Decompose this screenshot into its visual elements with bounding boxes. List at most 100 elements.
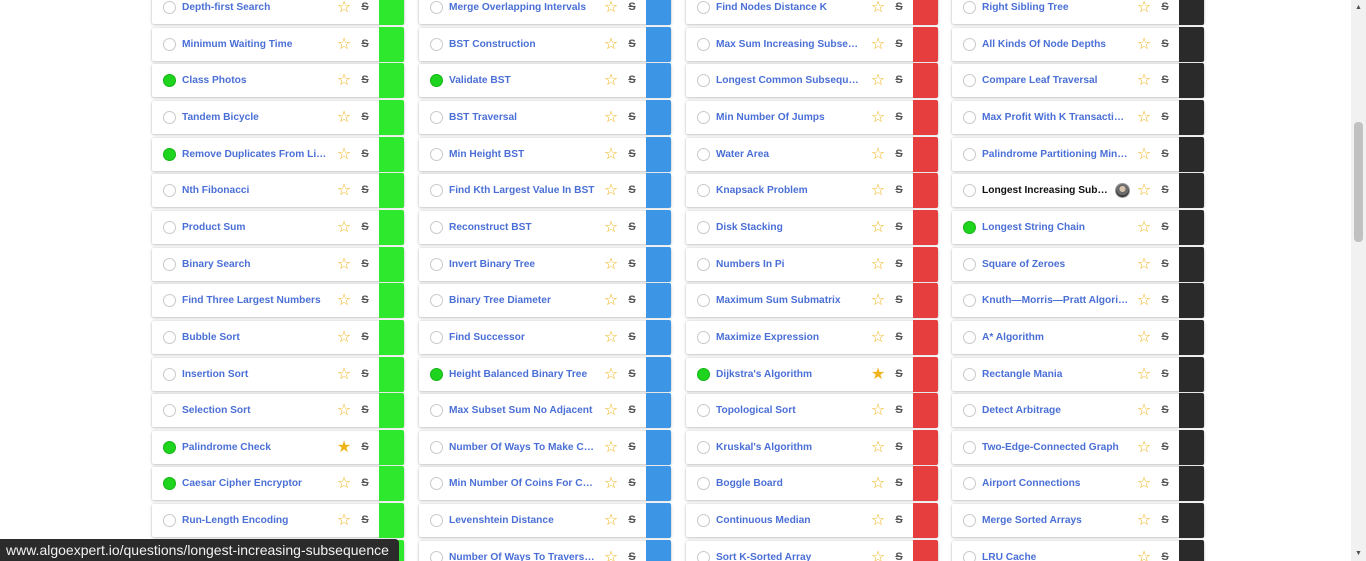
strikethrough-icon[interactable]: S xyxy=(358,181,372,199)
star-outline-icon[interactable]: ☆ xyxy=(335,474,353,492)
star-outline-icon[interactable]: ☆ xyxy=(602,328,620,346)
star-filled-icon[interactable]: ★ xyxy=(335,438,353,456)
incomplete-status-icon[interactable] xyxy=(163,514,176,527)
incomplete-status-icon[interactable] xyxy=(963,258,976,271)
incomplete-status-icon[interactable] xyxy=(963,38,976,51)
question-link[interactable]: Two-Edge-Connected Graph xyxy=(982,431,1130,464)
strikethrough-icon[interactable]: S xyxy=(892,291,906,309)
star-outline-icon[interactable]: ☆ xyxy=(1135,511,1153,529)
strikethrough-icon[interactable]: S xyxy=(358,145,372,163)
strikethrough-icon[interactable]: S xyxy=(892,0,906,16)
strikethrough-icon[interactable]: S xyxy=(892,218,906,236)
incomplete-status-icon[interactable] xyxy=(697,258,710,271)
incomplete-status-icon[interactable] xyxy=(963,477,976,490)
question-link[interactable]: Invert Binary Tree xyxy=(449,248,597,281)
incomplete-status-icon[interactable] xyxy=(697,477,710,490)
strikethrough-icon[interactable]: S xyxy=(358,474,372,492)
question-link[interactable]: Binary Tree Diameter xyxy=(449,284,597,317)
incomplete-status-icon[interactable] xyxy=(963,74,976,87)
strikethrough-icon[interactable]: S xyxy=(892,401,906,419)
star-outline-icon[interactable]: ☆ xyxy=(602,255,620,273)
question-link[interactable]: Longest String Chain xyxy=(982,211,1130,244)
strikethrough-icon[interactable]: S xyxy=(358,35,372,53)
strikethrough-icon[interactable]: S xyxy=(1158,255,1172,273)
completed-status-icon[interactable] xyxy=(163,441,176,454)
strikethrough-icon[interactable]: S xyxy=(625,438,639,456)
question-link[interactable]: Max Subset Sum No Adjacent xyxy=(449,394,597,427)
strikethrough-icon[interactable]: S xyxy=(1158,218,1172,236)
strikethrough-icon[interactable]: S xyxy=(625,365,639,383)
question-link[interactable]: Longest Increasing Subsequence xyxy=(982,174,1108,207)
star-outline-icon[interactable]: ☆ xyxy=(335,328,353,346)
question-link[interactable]: Dijkstra's Algorithm xyxy=(716,358,864,391)
incomplete-status-icon[interactable] xyxy=(430,148,443,161)
question-link[interactable]: Right Sibling Tree xyxy=(982,0,1130,24)
star-outline-icon[interactable]: ☆ xyxy=(602,548,620,561)
question-link[interactable]: Compare Leaf Traversal xyxy=(982,64,1130,97)
question-link[interactable]: Nth Fibonacci xyxy=(182,174,330,207)
incomplete-status-icon[interactable] xyxy=(163,368,176,381)
incomplete-status-icon[interactable] xyxy=(963,294,976,307)
question-link[interactable]: Number Of Ways To Make Change xyxy=(449,431,597,464)
star-outline-icon[interactable]: ☆ xyxy=(869,71,887,89)
question-link[interactable]: Airport Connections xyxy=(982,467,1130,500)
star-outline-icon[interactable]: ☆ xyxy=(1135,365,1153,383)
strikethrough-icon[interactable]: S xyxy=(1158,401,1172,419)
strikethrough-icon[interactable]: S xyxy=(1158,0,1172,16)
strikethrough-icon[interactable]: S xyxy=(892,438,906,456)
strikethrough-icon[interactable]: S xyxy=(625,511,639,529)
star-filled-icon[interactable]: ★ xyxy=(869,365,887,383)
strikethrough-icon[interactable]: S xyxy=(1158,145,1172,163)
incomplete-status-icon[interactable] xyxy=(430,331,443,344)
incomplete-status-icon[interactable] xyxy=(963,514,976,527)
star-outline-icon[interactable]: ☆ xyxy=(602,181,620,199)
star-outline-icon[interactable]: ☆ xyxy=(1135,291,1153,309)
incomplete-status-icon[interactable] xyxy=(430,184,443,197)
star-outline-icon[interactable]: ☆ xyxy=(1135,438,1153,456)
strikethrough-icon[interactable]: S xyxy=(1158,291,1172,309)
star-outline-icon[interactable]: ☆ xyxy=(1135,71,1153,89)
page-scrollbar[interactable]: ▲ ▼ xyxy=(1351,0,1366,561)
incomplete-status-icon[interactable] xyxy=(430,111,443,124)
question-link[interactable]: Maximize Expression xyxy=(716,321,864,354)
strikethrough-icon[interactable]: S xyxy=(358,255,372,273)
star-outline-icon[interactable]: ☆ xyxy=(602,145,620,163)
star-outline-icon[interactable]: ☆ xyxy=(1135,328,1153,346)
question-link[interactable]: Tandem Bicycle xyxy=(182,101,330,134)
star-outline-icon[interactable]: ☆ xyxy=(1135,255,1153,273)
incomplete-status-icon[interactable] xyxy=(697,184,710,197)
star-outline-icon[interactable]: ☆ xyxy=(1135,145,1153,163)
question-link[interactable]: Rectangle Mania xyxy=(982,358,1130,391)
incomplete-status-icon[interactable] xyxy=(963,111,976,124)
star-outline-icon[interactable]: ☆ xyxy=(602,0,620,16)
strikethrough-icon[interactable]: S xyxy=(892,145,906,163)
strikethrough-icon[interactable]: S xyxy=(1158,438,1172,456)
incomplete-status-icon[interactable] xyxy=(163,184,176,197)
strikethrough-icon[interactable]: S xyxy=(358,291,372,309)
strikethrough-icon[interactable]: S xyxy=(892,328,906,346)
incomplete-status-icon[interactable] xyxy=(697,331,710,344)
strikethrough-icon[interactable]: S xyxy=(892,365,906,383)
star-outline-icon[interactable]: ☆ xyxy=(602,401,620,419)
question-link[interactable]: Disk Stacking xyxy=(716,211,864,244)
star-outline-icon[interactable]: ☆ xyxy=(1135,548,1153,561)
strikethrough-icon[interactable]: S xyxy=(625,328,639,346)
strikethrough-icon[interactable]: S xyxy=(1158,71,1172,89)
strikethrough-icon[interactable]: S xyxy=(625,218,639,236)
question-link[interactable]: Maximum Sum Submatrix xyxy=(716,284,864,317)
incomplete-status-icon[interactable] xyxy=(163,331,176,344)
incomplete-status-icon[interactable] xyxy=(963,551,976,561)
incomplete-status-icon[interactable] xyxy=(697,74,710,87)
star-outline-icon[interactable]: ☆ xyxy=(602,365,620,383)
question-link[interactable]: Knapsack Problem xyxy=(716,174,864,207)
incomplete-status-icon[interactable] xyxy=(697,38,710,51)
question-link[interactable]: Palindrome Partitioning Min Cuts xyxy=(982,138,1130,171)
strikethrough-icon[interactable]: S xyxy=(892,255,906,273)
strikethrough-icon[interactable]: S xyxy=(358,218,372,236)
strikethrough-icon[interactable]: S xyxy=(358,511,372,529)
incomplete-status-icon[interactable] xyxy=(963,1,976,14)
strikethrough-icon[interactable]: S xyxy=(1158,548,1172,561)
question-link[interactable]: Height Balanced Binary Tree xyxy=(449,358,597,391)
star-outline-icon[interactable]: ☆ xyxy=(869,291,887,309)
question-link[interactable]: Square of Zeroes xyxy=(982,248,1130,281)
